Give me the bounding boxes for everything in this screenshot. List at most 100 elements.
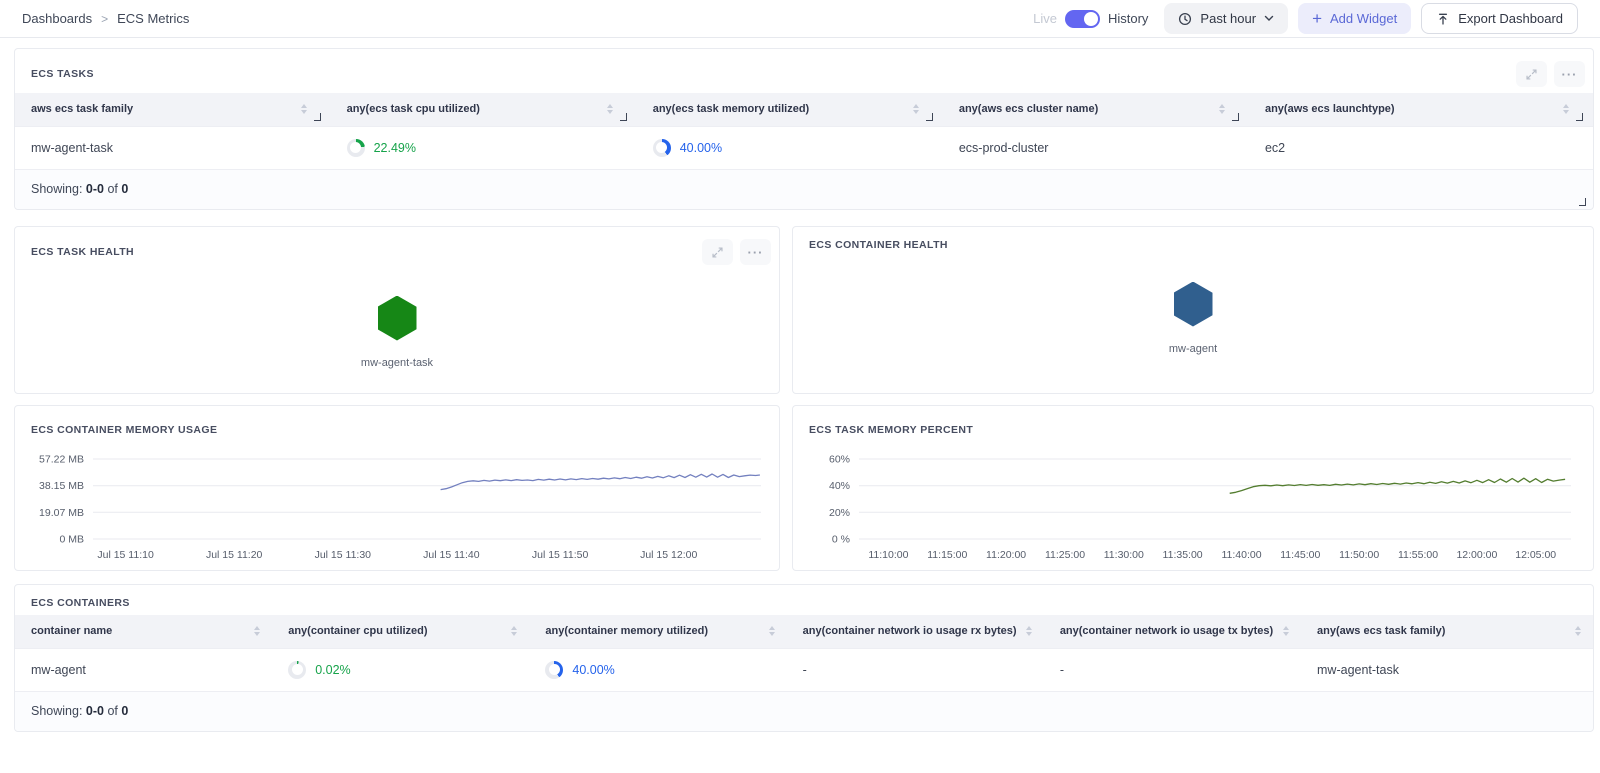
memory-gauge-value: 40.00% bbox=[572, 663, 614, 677]
sort-icon[interactable] bbox=[1024, 624, 1034, 638]
container-memory-usage-panel: ECS CONTAINER MEMORY USAGE 0 MB19.07 MB3… bbox=[14, 405, 780, 571]
expand-widget-button[interactable] bbox=[702, 239, 733, 265]
of-label: of bbox=[107, 704, 117, 718]
sort-icon[interactable] bbox=[1561, 102, 1571, 116]
expand-widget-button[interactable] bbox=[1516, 61, 1547, 87]
svg-text:Jul 15 11:20: Jul 15 11:20 bbox=[206, 549, 263, 561]
ecs-task-health-panel: ECS TASK HEALTH mw-agent-task bbox=[14, 226, 780, 394]
container-memory-usage-title: ECS CONTAINER MEMORY USAGE bbox=[31, 424, 217, 436]
col-container-cpu-utilized[interactable]: any(container cpu utilized) bbox=[272, 615, 529, 648]
svg-text:Jul 15 11:40: Jul 15 11:40 bbox=[423, 549, 480, 561]
showing-total: 0 bbox=[121, 704, 128, 718]
svg-text:12:00:00: 12:00:00 bbox=[1456, 549, 1497, 561]
live-history-toggle[interactable] bbox=[1065, 10, 1100, 28]
memory-usage-line-chart[interactable]: 0 MB19.07 MB38.15 MB57.22 MBJul 15 11:10… bbox=[31, 440, 765, 566]
svg-text:57.22 MB: 57.22 MB bbox=[39, 454, 84, 466]
svg-text:11:55:00: 11:55:00 bbox=[1398, 549, 1438, 561]
sort-icon[interactable] bbox=[1217, 102, 1227, 116]
topbar-actions: Live History Past hour + Add Widget Expo… bbox=[1033, 3, 1578, 34]
ecs-tasks-header: ECS TASKS bbox=[15, 49, 1593, 93]
column-resize-handle[interactable] bbox=[1232, 113, 1239, 121]
showing-range: 0-0 bbox=[86, 182, 104, 196]
sort-icon[interactable] bbox=[1281, 624, 1291, 638]
column-resize-handle[interactable] bbox=[620, 113, 627, 121]
container-name-cell: mw-agent bbox=[15, 648, 272, 691]
svg-text:Jul 15 11:10: Jul 15 11:10 bbox=[97, 549, 154, 561]
network-tx-cell: - bbox=[1044, 648, 1301, 691]
task-memory-percent-header: ECS TASK MEMORY PERCENT bbox=[793, 406, 1593, 438]
col-aws-ecs-task-family[interactable]: aws ecs task family bbox=[15, 93, 331, 126]
cluster-name-cell: ecs-prod-cluster bbox=[943, 126, 1249, 169]
table-row[interactable]: mw-agent-task 22.49% 40.00% ecs-prod-clu… bbox=[15, 126, 1593, 169]
column-resize-handle[interactable] bbox=[314, 113, 321, 121]
sort-icon[interactable] bbox=[1573, 624, 1583, 638]
task-memory-percent-chart[interactable]: 0 %20%40%60%11:10:0011:15:0011:20:0011:2… bbox=[793, 438, 1593, 570]
col-network-rx-bytes[interactable]: any(container network io usage rx bytes) bbox=[787, 615, 1044, 648]
time-range-picker[interactable]: Past hour bbox=[1164, 3, 1288, 34]
add-widget-button[interactable]: + Add Widget bbox=[1298, 3, 1411, 34]
topbar: Dashboards > ECS Metrics Live History Pa… bbox=[0, 0, 1600, 38]
col-network-tx-bytes[interactable]: any(container network io usage tx bytes) bbox=[1044, 615, 1301, 648]
sort-icon[interactable] bbox=[911, 102, 921, 116]
ecs-container-health-header: ECS CONTAINER HEALTH bbox=[793, 227, 1593, 257]
svg-text:0 %: 0 % bbox=[832, 534, 850, 546]
col-aws-ecs-launchtype[interactable]: any(aws ecs launchtype) bbox=[1249, 93, 1593, 126]
task-memory-percent-title: ECS TASK MEMORY PERCENT bbox=[809, 424, 973, 436]
export-dashboard-button[interactable]: Export Dashboard bbox=[1421, 3, 1578, 34]
sort-icon[interactable] bbox=[509, 624, 519, 638]
svg-text:11:50:00: 11:50:00 bbox=[1339, 549, 1379, 561]
container-memory-usage-chart[interactable]: 0 MB19.07 MB38.15 MB57.22 MBJul 15 11:10… bbox=[15, 438, 779, 570]
breadcrumb-separator: > bbox=[101, 12, 108, 26]
column-resize-handle[interactable] bbox=[1576, 113, 1583, 121]
add-widget-label: Add Widget bbox=[1330, 11, 1397, 26]
cpu-gauge-ring bbox=[347, 139, 365, 157]
table-pagination-status: Showing: 0-0 of 0 bbox=[15, 691, 1593, 731]
col-container-name[interactable]: container name bbox=[15, 615, 272, 648]
sort-icon[interactable] bbox=[605, 102, 615, 116]
expand-icon bbox=[711, 246, 724, 259]
widget-menu-button[interactable] bbox=[1554, 61, 1585, 87]
ecs-containers-header: ECS CONTAINERS bbox=[15, 585, 1593, 615]
column-resize-handle[interactable] bbox=[926, 113, 933, 121]
export-dashboard-label: Export Dashboard bbox=[1458, 11, 1563, 26]
col-label: any(container network io usage tx bytes) bbox=[1060, 625, 1273, 637]
memory-gauge-value: 40.00% bbox=[680, 141, 722, 155]
cpu-gauge-value: 22.49% bbox=[374, 141, 416, 155]
col-aws-ecs-cluster-name[interactable]: any(aws ecs cluster name) bbox=[943, 93, 1249, 126]
cpu-gauge-value: 0.02% bbox=[315, 663, 350, 677]
widget-resize-handle[interactable] bbox=[1579, 198, 1586, 206]
task-family-cell: mw-agent-task bbox=[1301, 648, 1593, 691]
ecs-tasks-header-row: aws ecs task family any(ecs task cpu uti… bbox=[15, 93, 1593, 126]
widget-menu-button[interactable] bbox=[740, 239, 771, 265]
col-label: any(ecs task memory utilized) bbox=[653, 103, 810, 115]
col-label: any(aws ecs launchtype) bbox=[1265, 103, 1395, 115]
cpu-utilized-cell: 0.02% bbox=[272, 648, 529, 691]
table-row[interactable]: mw-agent 0.02% 40.00% - - mw-agent-task bbox=[15, 648, 1593, 691]
ecs-containers-title: ECS CONTAINERS bbox=[31, 597, 130, 609]
sort-icon[interactable] bbox=[299, 102, 309, 116]
col-container-memory-utilized[interactable]: any(container memory utilized) bbox=[529, 615, 786, 648]
task-health-hexagon[interactable] bbox=[378, 296, 417, 341]
ecs-tasks-actions bbox=[1509, 61, 1585, 87]
svg-text:19.07 MB: 19.07 MB bbox=[39, 507, 84, 519]
expand-icon bbox=[1525, 68, 1538, 81]
col-ecs-task-memory-utilized[interactable]: any(ecs task memory utilized) bbox=[637, 93, 943, 126]
showing-range: 0-0 bbox=[86, 704, 104, 718]
dashboard-content: ECS TASKS aws ecs task family any(ecs ta… bbox=[0, 38, 1600, 732]
col-aws-ecs-task-family[interactable]: any(aws ecs task family) bbox=[1301, 615, 1593, 648]
svg-text:20%: 20% bbox=[829, 507, 850, 519]
svg-text:11:35:00: 11:35:00 bbox=[1163, 549, 1203, 561]
breadcrumb-dashboards-link[interactable]: Dashboards bbox=[22, 11, 92, 26]
sort-icon[interactable] bbox=[252, 624, 262, 638]
ecs-task-health-title: ECS TASK HEALTH bbox=[31, 246, 134, 258]
memory-percent-line-chart[interactable]: 0 %20%40%60%11:10:0011:15:0011:20:0011:2… bbox=[809, 440, 1579, 566]
live-label: Live bbox=[1033, 11, 1057, 26]
task-health-map: mw-agent-task bbox=[15, 271, 779, 393]
svg-text:11:15:00: 11:15:00 bbox=[927, 549, 967, 561]
svg-text:11:20:00: 11:20:00 bbox=[986, 549, 1026, 561]
sort-icon[interactable] bbox=[767, 624, 777, 638]
col-label: any(aws ecs task family) bbox=[1317, 625, 1445, 637]
col-ecs-task-cpu-utilized[interactable]: any(ecs task cpu utilized) bbox=[331, 93, 637, 126]
container-health-hexagon[interactable] bbox=[1174, 282, 1213, 327]
col-label: container name bbox=[31, 625, 112, 637]
